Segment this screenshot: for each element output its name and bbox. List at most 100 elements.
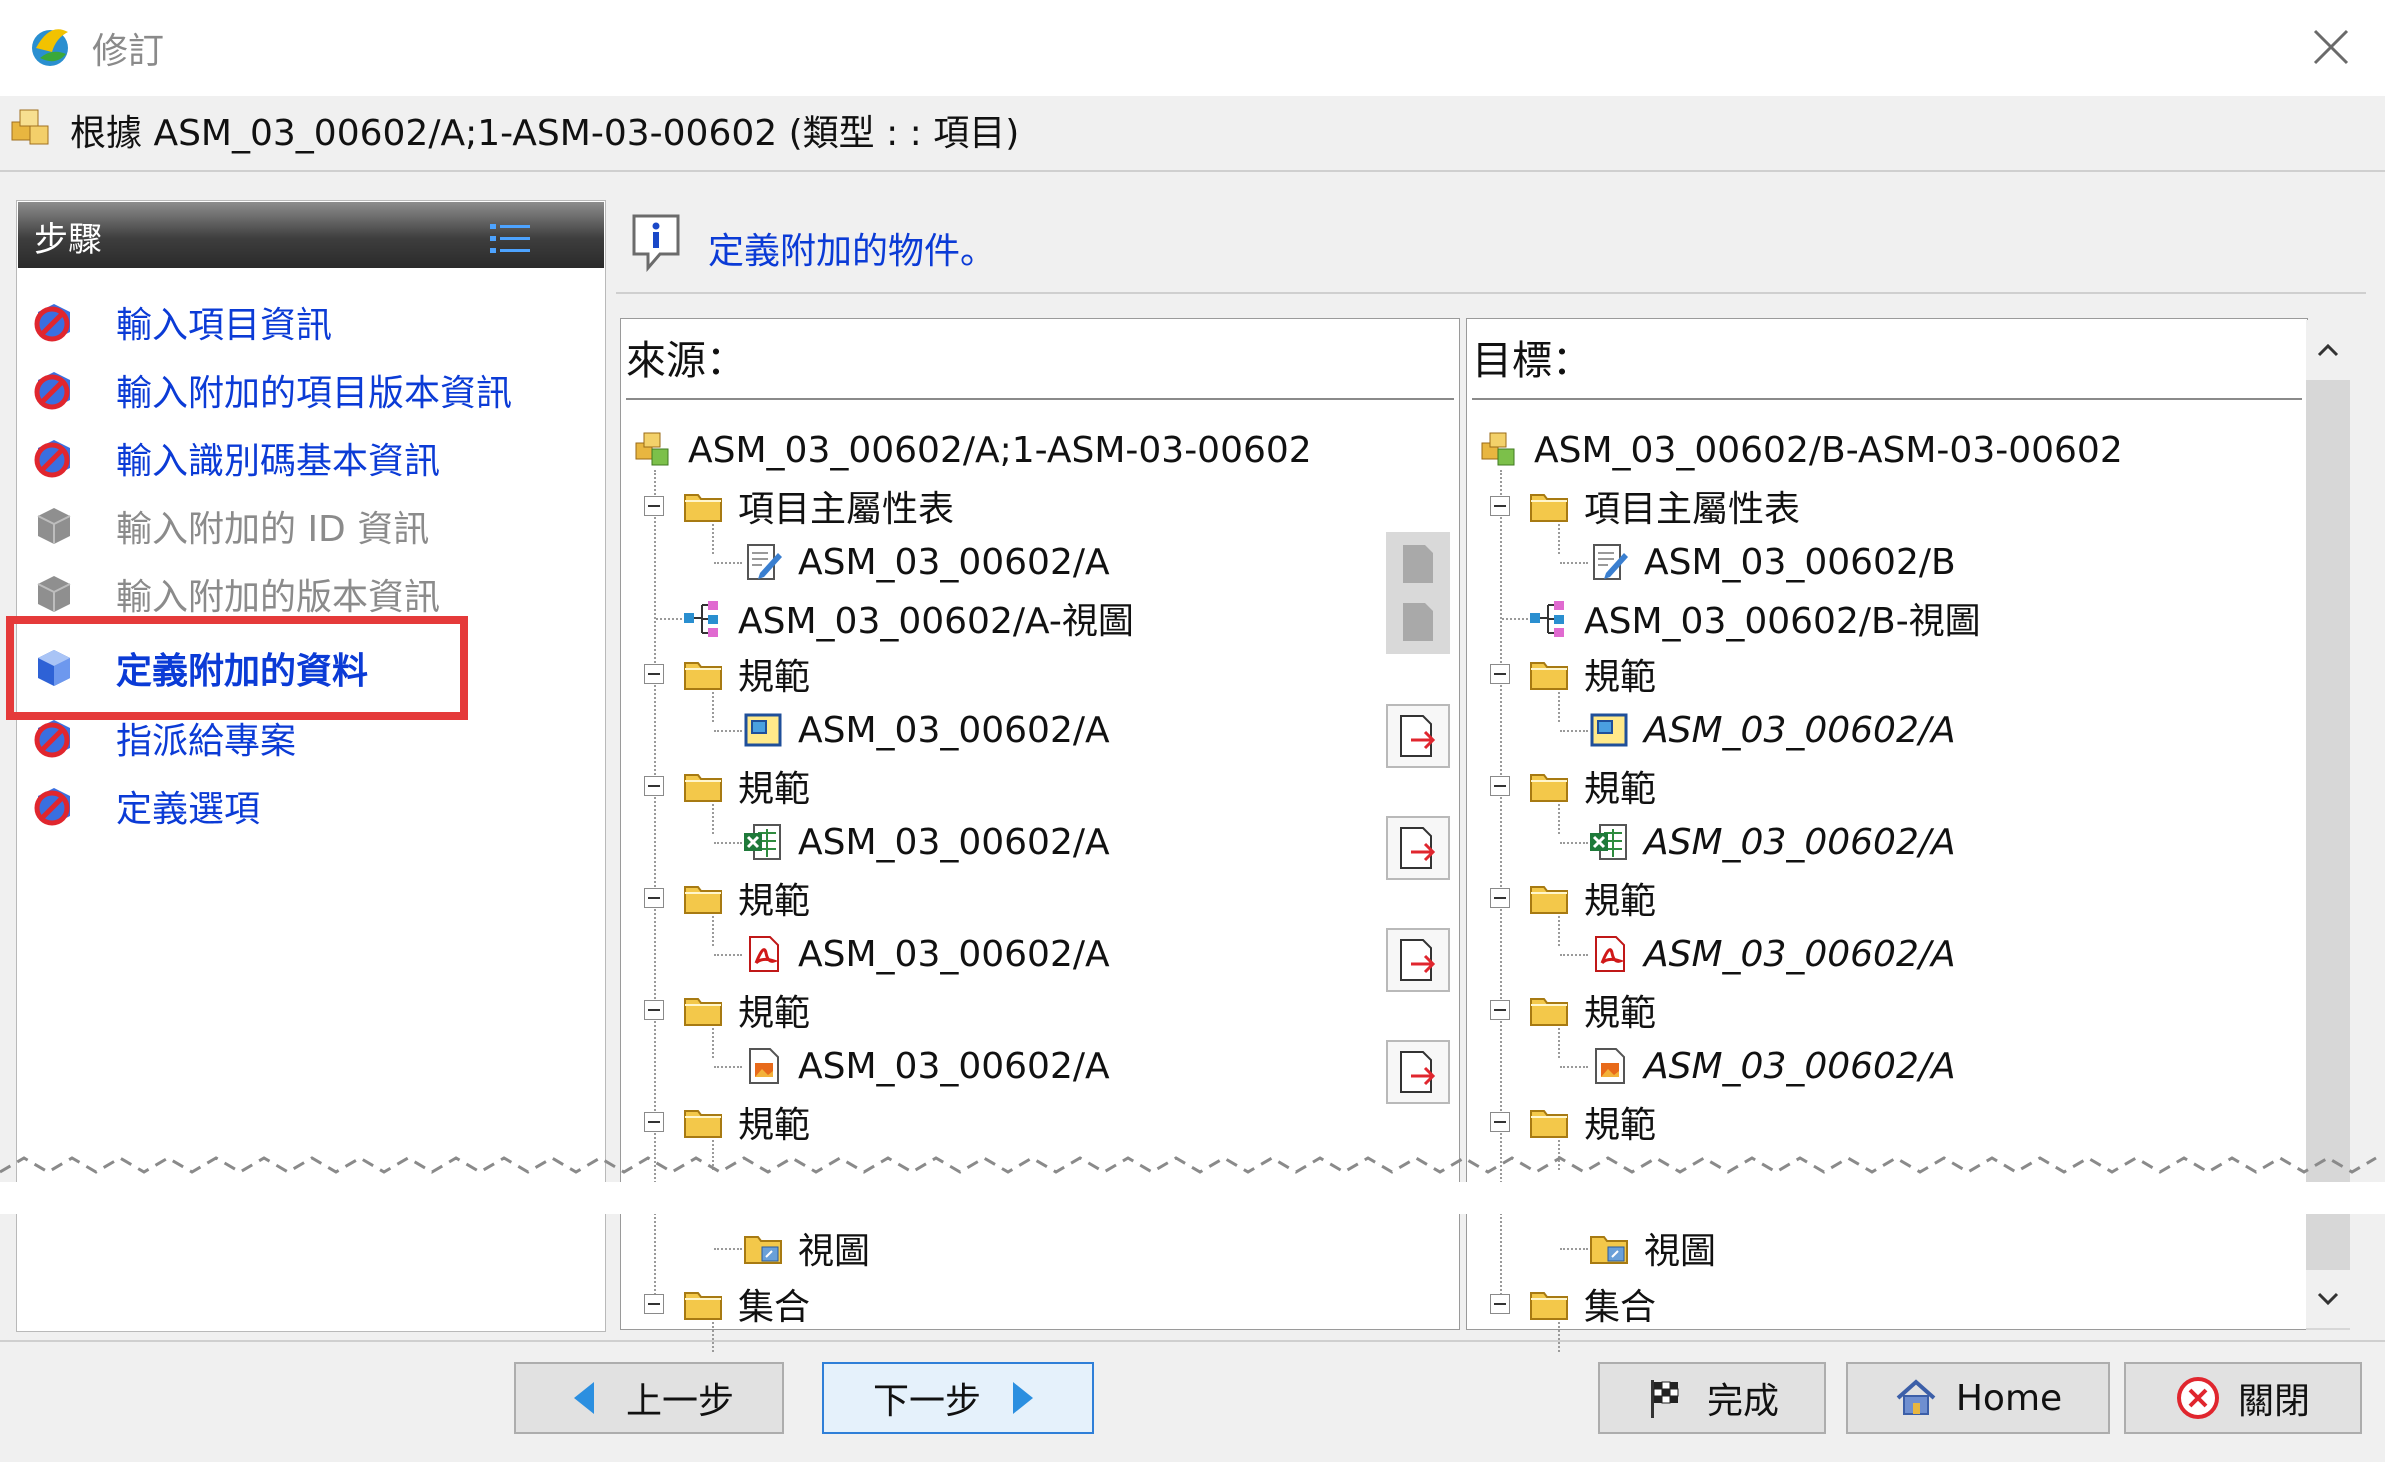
- tree-expander[interactable]: [1490, 496, 1510, 516]
- target-tree-node[interactable]: ASM_03_00602/A: [1588, 816, 1956, 868]
- tree-connector-line: [1502, 618, 1528, 620]
- target-tree-node[interactable]: ASM_03_00602/A: [1588, 928, 1956, 980]
- tree-expander[interactable]: [1490, 1294, 1510, 1314]
- tree-expander[interactable]: [644, 1000, 664, 1020]
- next-button[interactable]: 下一步: [822, 1362, 1094, 1434]
- tree-expander[interactable]: [644, 496, 664, 516]
- current-step-highlight: [6, 616, 468, 720]
- target-tree-node[interactable]: ASM_03_00602/B-視圖: [1528, 592, 1981, 644]
- tree-connector-line: [1560, 954, 1588, 956]
- close-dialog-button[interactable]: 關閉: [2124, 1362, 2362, 1434]
- tree-node-label: ASM_03_00602/A: [798, 541, 1110, 583]
- target-tree-root[interactable]: ASM_03_00602/B-ASM-03-00602: [1478, 424, 2123, 476]
- tree-expander[interactable]: [1490, 664, 1510, 684]
- folder-icon: [1528, 653, 1570, 695]
- tree-node-label: 規範: [1584, 1105, 1657, 1146]
- arrow-right-icon: [1013, 1382, 1033, 1414]
- tree-node-label: 規範: [1584, 993, 1657, 1034]
- source-tree-node[interactable]: ASM_03_00602/A: [742, 704, 1110, 756]
- tree-connector-line: [1560, 562, 1588, 564]
- tree-node-label: ASM_03_00602/A;1-ASM-03-00602: [688, 429, 1312, 471]
- image-file-icon: [742, 1045, 784, 1087]
- folder-icon: [1528, 989, 1570, 1031]
- tree-expander[interactable]: [644, 1112, 664, 1132]
- finish-button[interactable]: 完成: [1598, 1362, 1826, 1434]
- step-done-icon: [34, 440, 70, 478]
- target-tree-node[interactable]: 規範: [1528, 872, 1656, 924]
- window-title: 修訂: [92, 31, 165, 72]
- source-tree-node[interactable]: ASM_03_00602/A: [742, 928, 1110, 980]
- source-tree-node[interactable]: 規範: [682, 648, 810, 700]
- target-tree-node[interactable]: 規範: [1528, 760, 1656, 812]
- folder-icon: [682, 1283, 724, 1325]
- source-tree-node[interactable]: 集合: [682, 1278, 810, 1330]
- source-tree-node[interactable]: 規範: [682, 984, 810, 1036]
- tree-node-label: 集合: [1584, 1287, 1657, 1328]
- step-item-define-options[interactable]: 定義選項: [30, 780, 260, 832]
- step-item-identifier-info[interactable]: 輸入識別碼基本資訊: [30, 432, 440, 484]
- chevron-up-icon: [2317, 343, 2339, 357]
- tree-node-label: 規範: [738, 993, 811, 1034]
- back-button[interactable]: 上一步: [514, 1362, 784, 1434]
- target-header-divider: [1472, 398, 2302, 400]
- tree-expander[interactable]: [644, 1294, 664, 1314]
- source-tree-node[interactable]: 視圖: [742, 1222, 870, 1274]
- step-item-additional-revision: 輸入附加的版本資訊: [30, 568, 440, 620]
- tree-node-label: ASM_03_00602/A: [798, 709, 1110, 751]
- info-icon: [632, 214, 680, 272]
- excel-file-icon: [742, 821, 784, 863]
- tree-connector-line: [714, 562, 742, 564]
- source-tree-node[interactable]: 規範: [682, 760, 810, 812]
- target-tree-node[interactable]: 規範: [1528, 984, 1656, 1036]
- source-tree-node[interactable]: 項目主屬性表: [682, 480, 954, 532]
- tree-connector-line: [656, 618, 682, 620]
- copy-as-reference-button[interactable]: [1386, 1040, 1450, 1104]
- tree-node-label: 項目主屬性表: [1584, 489, 1801, 530]
- step-item-revision-info[interactable]: 輸入附加的項目版本資訊: [30, 364, 512, 416]
- target-tree-node[interactable]: 視圖: [1588, 1222, 1716, 1274]
- tree-expander[interactable]: [1490, 888, 1510, 908]
- folder-icon: [682, 1101, 724, 1143]
- document-icon: [1403, 603, 1433, 641]
- target-tree-node[interactable]: ASM_03_00602/A: [1588, 704, 1956, 756]
- tree-node-label: 規範: [1584, 769, 1657, 810]
- snapshot-icon: [742, 709, 784, 751]
- bom-view-icon: [1528, 597, 1570, 639]
- tree-expander[interactable]: [644, 776, 664, 796]
- copy-action-button-disabled: [1386, 532, 1450, 596]
- copy-as-reference-button[interactable]: [1386, 704, 1450, 768]
- source-tree-node[interactable]: 規範: [682, 1096, 810, 1148]
- source-tree-node[interactable]: ASM_03_00602/A: [742, 1040, 1110, 1092]
- tree-expander[interactable]: [644, 888, 664, 908]
- target-tree-node[interactable]: ASM_03_00602/A: [1588, 1040, 1956, 1092]
- scroll-up-button[interactable]: [2306, 320, 2350, 380]
- tree-expander[interactable]: [1490, 776, 1510, 796]
- home-button[interactable]: Home: [1846, 1362, 2110, 1434]
- tree-expander[interactable]: [644, 664, 664, 684]
- source-tree-node[interactable]: ASM_03_00602/A: [742, 536, 1110, 588]
- target-tree-node[interactable]: 規範: [1528, 1096, 1656, 1148]
- target-tree-node[interactable]: 集合: [1528, 1278, 1656, 1330]
- copy-as-reference-button[interactable]: [1386, 928, 1450, 992]
- tree-expander[interactable]: [1490, 1000, 1510, 1020]
- target-tree-node[interactable]: 規範: [1528, 648, 1656, 700]
- source-tree-node[interactable]: ASM_03_00602/A: [742, 816, 1110, 868]
- pdf-file-icon: [1588, 933, 1630, 975]
- source-tree-node[interactable]: ASM_03_00602/A-視圖: [682, 592, 1134, 644]
- tree-node-label: 視圖: [798, 1231, 871, 1272]
- copy-as-reference-button[interactable]: [1386, 816, 1450, 880]
- image-file-icon: [1588, 1045, 1630, 1087]
- target-tree-node[interactable]: 項目主屬性表: [1528, 480, 1800, 532]
- snapshot-icon: [1588, 709, 1630, 751]
- target-tree-node[interactable]: ASM_03_00602/B: [1588, 536, 1956, 588]
- source-tree-node[interactable]: 規範: [682, 872, 810, 924]
- folder-icon: [1528, 1283, 1570, 1325]
- list-icon[interactable]: [490, 222, 532, 256]
- tree-expander[interactable]: [1490, 1112, 1510, 1132]
- scroll-down-button[interactable]: [2306, 1270, 2350, 1328]
- step-item-info[interactable]: 輸入項目資訊: [30, 296, 332, 348]
- source-tree-root[interactable]: ASM_03_00602/A;1-ASM-03-00602: [632, 424, 1312, 476]
- close-circle-icon: [2176, 1377, 2219, 1419]
- close-button[interactable]: [2300, 18, 2362, 76]
- folder-icon: [682, 765, 724, 807]
